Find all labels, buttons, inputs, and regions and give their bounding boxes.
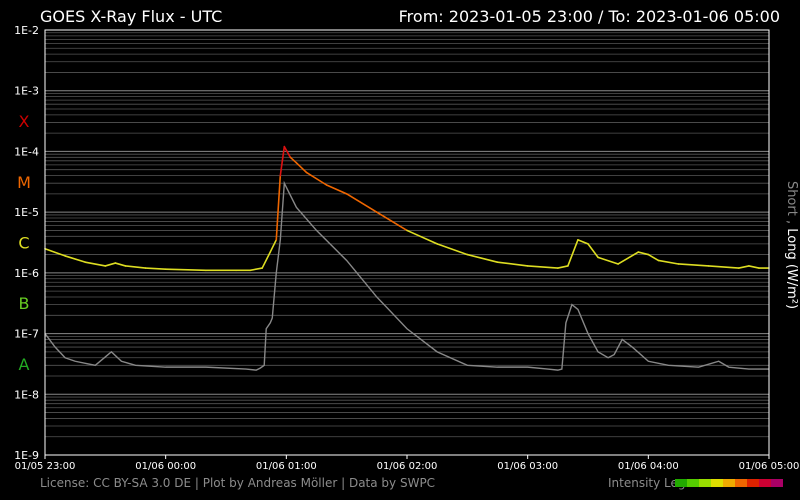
series-long-segment xyxy=(114,262,127,267)
series-long-segment xyxy=(289,156,298,164)
x-tick-label: 01/06 00:00 xyxy=(135,461,196,472)
legend-swatch xyxy=(735,479,747,487)
series-long-segment xyxy=(647,253,660,262)
flare-class-m: M xyxy=(17,173,31,192)
ylabel-short: Short , xyxy=(784,181,799,228)
flare-class-b: B xyxy=(19,294,30,313)
x-tick-label: 01/06 02:00 xyxy=(377,461,438,472)
y-tick-label: 1E-3 xyxy=(14,85,39,98)
series-long-segment xyxy=(325,184,348,195)
xray-flux-chart: 1E-21E-31E-41E-51E-61E-71E-81E-9 01/05 2… xyxy=(14,24,800,472)
y-axis-label: Short , Long (W/m²) xyxy=(784,181,799,309)
series-short-line xyxy=(44,180,769,371)
flare-class-a: A xyxy=(19,355,30,374)
legend-swatch xyxy=(747,479,759,487)
series-long-segment xyxy=(164,268,207,272)
series-long-segment xyxy=(577,239,589,245)
license-text: License: CC BY-SA 3.0 DE | Plot by Andre… xyxy=(40,476,436,490)
x-tick-label: 01/06 01:00 xyxy=(256,461,317,472)
legend-swatch xyxy=(771,479,783,487)
minor-grid xyxy=(45,32,769,438)
ylabel-long: Long (W/m²) xyxy=(784,228,799,309)
series-long-segment xyxy=(406,229,438,245)
series-long-segment xyxy=(657,259,680,265)
y-tick-label: 1E-4 xyxy=(14,145,39,158)
y-tick-label: 1E-8 xyxy=(14,388,39,401)
series-long-segment xyxy=(249,267,264,272)
legend-swatch xyxy=(723,479,735,487)
series-long-segment xyxy=(677,263,710,267)
x-tick-label: 01/06 04:00 xyxy=(618,461,679,472)
y-tick-label: 1E-7 xyxy=(14,328,39,341)
series-long-segment xyxy=(587,243,599,259)
x-tick-label: 01/05 23:00 xyxy=(15,461,76,472)
intensity-legend-bar xyxy=(675,479,783,487)
legend-swatch xyxy=(675,479,687,487)
flare-class-c: C xyxy=(18,234,29,253)
x-tick-label: 01/06 05:00 xyxy=(739,461,800,472)
y-tick-label: 1E-5 xyxy=(14,206,39,219)
series-long-segment xyxy=(144,267,167,270)
series-long-segment xyxy=(295,161,308,174)
series-long-segment xyxy=(496,261,529,267)
legend-swatch xyxy=(699,479,711,487)
series-long-segment xyxy=(104,262,117,267)
y-tick-label: 1E-2 xyxy=(14,24,39,37)
series-long-segment xyxy=(466,253,499,263)
series-long-segment xyxy=(526,265,559,269)
series-long-segment xyxy=(617,251,640,265)
series-long-segment xyxy=(124,265,147,269)
series-long-segment xyxy=(283,145,292,159)
series-long-segment xyxy=(738,265,750,269)
x-axis-ticks: 01/05 23:00 01/06 00:00 01/06 01:00 01/06 0… xyxy=(15,455,800,472)
series-long-segment xyxy=(64,255,87,263)
legend-swatch xyxy=(711,479,723,487)
series-long-segment xyxy=(748,265,760,269)
series-long-segment xyxy=(345,193,378,213)
x-tick-label: 01/06 03:00 xyxy=(497,461,558,472)
legend-swatch xyxy=(759,479,771,487)
series-long-segment xyxy=(84,261,107,267)
series-long-segment xyxy=(436,243,469,256)
intensity-legend-label: Intensity Leg xyxy=(608,476,686,490)
series-long-segment xyxy=(269,239,278,253)
y-tick-label: 1E-6 xyxy=(14,267,39,280)
series-long-segment xyxy=(557,265,569,269)
series-long-segment xyxy=(707,265,740,269)
legend-swatch xyxy=(687,479,699,487)
series-long-segment xyxy=(597,256,619,265)
flare-class-x: X xyxy=(19,112,30,131)
